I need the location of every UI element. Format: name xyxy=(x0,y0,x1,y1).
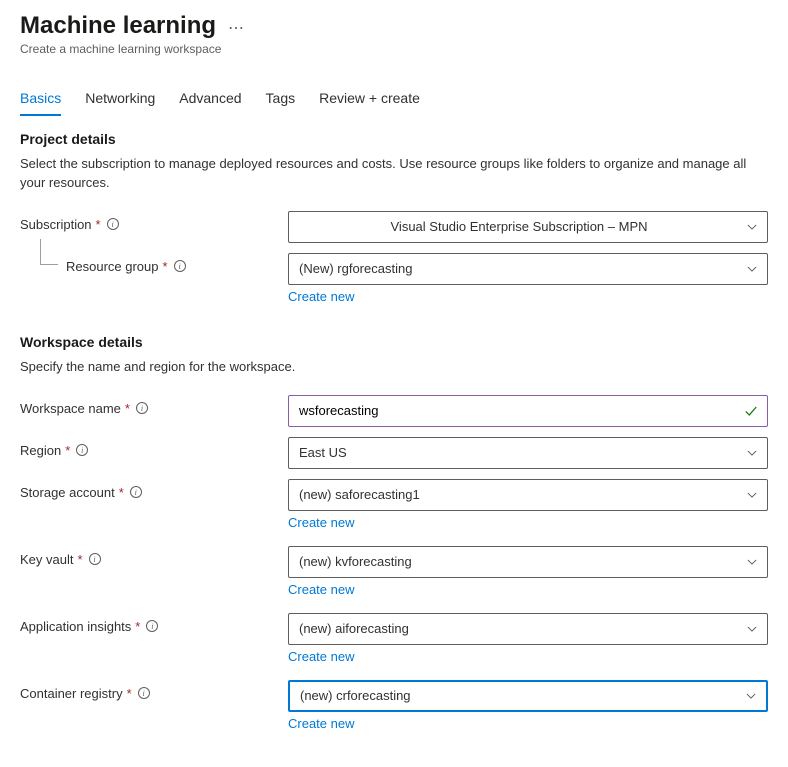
tab-tags[interactable]: Tags xyxy=(266,84,296,116)
label-app-insights: Application insights * i xyxy=(20,613,288,634)
required-indicator: * xyxy=(163,259,168,274)
label-workspace-name-text: Workspace name xyxy=(20,401,121,416)
subscription-value: Visual Studio Enterprise Subscription – … xyxy=(391,219,648,234)
info-icon[interactable]: i xyxy=(146,620,158,632)
label-app-insights-text: Application insights xyxy=(20,619,131,634)
create-new-resource-group-link[interactable]: Create new xyxy=(288,289,354,304)
required-indicator: * xyxy=(96,217,101,232)
required-indicator: * xyxy=(127,686,132,701)
tab-review-create[interactable]: Review + create xyxy=(319,84,420,116)
required-indicator: * xyxy=(119,485,124,500)
chevron-down-icon xyxy=(747,264,757,274)
label-region-text: Region xyxy=(20,443,61,458)
page-subtitle: Create a machine learning workspace xyxy=(20,42,768,56)
required-indicator: * xyxy=(65,443,70,458)
info-icon[interactable]: i xyxy=(130,486,142,498)
label-resource-group-text: Resource group xyxy=(66,259,159,274)
label-subscription: Subscription * i xyxy=(20,211,288,232)
create-new-container-registry-link[interactable]: Create new xyxy=(288,716,354,731)
chevron-down-icon xyxy=(746,691,756,701)
container-registry-value: (new) crforecasting xyxy=(300,688,411,703)
label-container-registry-text: Container registry xyxy=(20,686,123,701)
label-region: Region * i xyxy=(20,437,288,458)
container-registry-dropdown[interactable]: (new) crforecasting xyxy=(288,680,768,712)
subscription-dropdown[interactable]: Visual Studio Enterprise Subscription – … xyxy=(288,211,768,243)
create-new-appinsights-link[interactable]: Create new xyxy=(288,649,354,664)
section-desc-project: Select the subscription to manage deploy… xyxy=(20,155,760,193)
app-insights-value: (new) aiforecasting xyxy=(299,621,409,636)
info-icon[interactable]: i xyxy=(174,260,186,272)
label-resource-group: Resource group * i xyxy=(20,253,288,274)
create-new-storage-link[interactable]: Create new xyxy=(288,515,354,530)
label-storage-account-text: Storage account xyxy=(20,485,115,500)
tree-indent-line xyxy=(40,239,58,265)
tab-basics[interactable]: Basics xyxy=(20,84,61,116)
label-subscription-text: Subscription xyxy=(20,217,92,232)
required-indicator: * xyxy=(77,552,82,567)
page-title: Machine learning xyxy=(20,12,216,40)
region-value: East US xyxy=(299,445,347,460)
workspace-name-input[interactable] xyxy=(288,395,768,427)
resource-group-value: (New) rgforecasting xyxy=(299,261,412,276)
app-insights-dropdown[interactable]: (new) aiforecasting xyxy=(288,613,768,645)
key-vault-dropdown[interactable]: (new) kvforecasting xyxy=(288,546,768,578)
chevron-down-icon xyxy=(747,448,757,458)
required-indicator: * xyxy=(135,619,140,634)
storage-account-value: (new) saforecasting1 xyxy=(299,487,420,502)
resource-group-dropdown[interactable]: (New) rgforecasting xyxy=(288,253,768,285)
info-icon[interactable]: i xyxy=(76,444,88,456)
tab-advanced[interactable]: Advanced xyxy=(179,84,241,116)
key-vault-value: (new) kvforecasting xyxy=(299,554,412,569)
info-icon[interactable]: i xyxy=(107,218,119,230)
region-dropdown[interactable]: East US xyxy=(288,437,768,469)
storage-account-dropdown[interactable]: (new) saforecasting1 xyxy=(288,479,768,511)
create-new-keyvault-link[interactable]: Create new xyxy=(288,582,354,597)
label-key-vault: Key vault * i xyxy=(20,546,288,567)
label-key-vault-text: Key vault xyxy=(20,552,73,567)
section-title-project: Project details xyxy=(20,131,768,147)
info-icon[interactable]: i xyxy=(138,687,150,699)
required-indicator: * xyxy=(125,401,130,416)
chevron-down-icon xyxy=(747,557,757,567)
tab-networking[interactable]: Networking xyxy=(85,84,155,116)
chevron-down-icon xyxy=(747,624,757,634)
check-icon xyxy=(744,404,758,418)
chevron-down-icon xyxy=(747,490,757,500)
chevron-down-icon xyxy=(747,222,757,232)
info-icon[interactable]: i xyxy=(89,553,101,565)
section-title-workspace: Workspace details xyxy=(20,334,768,350)
more-actions-icon[interactable]: ⋯ xyxy=(228,14,245,38)
info-icon[interactable]: i xyxy=(136,402,148,414)
section-desc-workspace: Specify the name and region for the work… xyxy=(20,358,760,377)
tabs-bar: Basics Networking Advanced Tags Review +… xyxy=(20,84,768,117)
label-container-registry: Container registry * i xyxy=(20,680,288,701)
label-workspace-name: Workspace name * i xyxy=(20,395,288,416)
label-storage-account: Storage account * i xyxy=(20,479,288,500)
